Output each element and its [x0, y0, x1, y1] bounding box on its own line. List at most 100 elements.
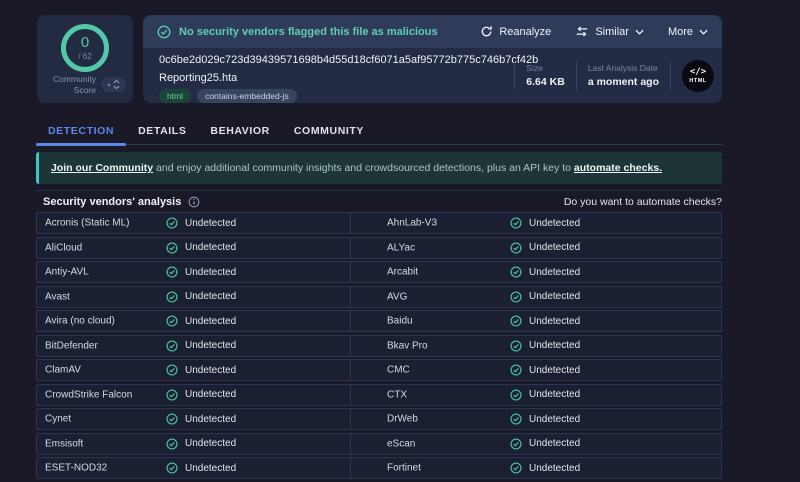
automate-checks-prompt[interactable]: Do you want to automate checks? [564, 196, 722, 208]
community-vote-widget[interactable] [101, 77, 126, 93]
similar-button[interactable]: Similar [575, 26, 644, 38]
table-row: Cynet Undetected DrWeb Undetected [36, 408, 722, 430]
table-row: Acronis (Static ML) Undetected AhnLab-V3… [36, 212, 722, 234]
last-analysis-value: a moment ago [587, 76, 659, 88]
check-circle-icon [166, 315, 178, 327]
status-label: Undetected [185, 462, 237, 474]
info-circle-icon[interactable] [188, 196, 200, 208]
vendor-status: Undetected [510, 437, 581, 450]
vendor-status: Undetected [510, 462, 580, 474]
status-label: Undetected [529, 340, 581, 351]
vendor-name: Emsisoft [45, 438, 84, 449]
status-label: Undetected [529, 266, 581, 278]
tab-details[interactable]: DETAILS [126, 118, 198, 144]
join-community-banner: Join our Community and enjoy additional … [36, 152, 722, 184]
table-row: Emsisoft Undetected eScan Undetected [36, 432, 722, 455]
status-label: Undetected [185, 438, 237, 449]
community-score-label: Community Score [53, 73, 96, 95]
status-label: Undetected [185, 389, 237, 400]
vendor-name: AhnLab-V3 [387, 217, 438, 229]
vendor-status: Undetected [510, 266, 580, 278]
join-community-link[interactable]: Join our Community [51, 162, 153, 174]
tag-html[interactable]: html [159, 89, 192, 103]
vendor-name: Arcabit [387, 266, 419, 278]
status-label: Undetected [529, 389, 581, 400]
tab-community[interactable]: COMMUNITY [282, 118, 376, 144]
vendor-name: Avira (no cloud) [45, 315, 115, 327]
status-label: Undetected [529, 462, 581, 474]
check-circle-icon [510, 437, 522, 450]
analysis-title: Security vendors' analysis [43, 196, 182, 208]
table-row: Avast Undetected AVG Undetected [36, 285, 722, 308]
tab-detection[interactable]: DETECTION [36, 118, 127, 146]
vendor-status: Undetected [166, 290, 237, 303]
check-circle-icon [157, 25, 171, 38]
check-circle-icon [166, 217, 178, 229]
check-circle-icon [510, 339, 522, 352]
check-circle-icon [166, 388, 178, 401]
table-row: ClamAV Undetected CMC Undetected [36, 359, 722, 381]
table-row: AliCloud Undetected ALYac Undetected [36, 236, 722, 259]
status-label: Undetected [529, 438, 581, 449]
divider [575, 61, 577, 90]
vendor-status: Undetected [166, 241, 237, 254]
verdict-text: No security vendors flagged this file as… [179, 25, 438, 38]
check-circle-icon [166, 364, 178, 376]
more-button[interactable]: More [668, 26, 708, 38]
status-label: Undetected [529, 364, 581, 376]
community-banner-text: and enjoy additional community insights … [153, 162, 574, 174]
refresh-icon [481, 26, 493, 37]
automate-checks-link[interactable]: automate checks. [574, 162, 662, 174]
check-circle-icon [166, 241, 178, 254]
filetype-badge: </> HTML [682, 59, 714, 92]
check-circle-icon [166, 437, 178, 450]
status-label: Undetected [185, 291, 237, 302]
status-label: Undetected [185, 266, 237, 278]
vendor-status: Undetected [510, 241, 581, 254]
vendor-status: Undetected [166, 364, 236, 376]
file-summary-card: No security vendors flagged this file as… [143, 15, 722, 103]
reanalyze-button[interactable]: Reanalyze [480, 25, 551, 38]
check-circle-icon [166, 413, 178, 425]
vendor-status: Undetected [166, 413, 236, 425]
vendor-status: Undetected [510, 315, 580, 327]
vendor-name: Fortinet [387, 462, 421, 474]
vendor-status: Undetected [166, 388, 237, 401]
code-brackets-icon: </> [689, 66, 707, 77]
status-label: Undetected [529, 242, 581, 253]
vendor-name: AVG [387, 291, 408, 302]
vote-carets-icon [113, 80, 120, 90]
status-label: Undetected [185, 364, 237, 376]
check-circle-icon [166, 339, 178, 352]
divider [670, 61, 671, 90]
tag-list: html contains-embedded-js [159, 89, 297, 103]
vendor-status: Undetected [510, 388, 581, 401]
vendor-status: Undetected [166, 339, 236, 352]
table-row: CrowdStrike Falcon Undetected CTX Undete… [36, 383, 722, 406]
community-score-card: 0 / 62 Community Score [37, 15, 133, 103]
check-circle-icon [510, 266, 522, 278]
vendor-name: Avast [45, 291, 70, 302]
check-circle-icon [510, 388, 522, 401]
chevron-down-icon [699, 29, 708, 35]
vendor-status: Undetected [166, 217, 236, 229]
vendor-name: Bkav Pro [387, 340, 428, 351]
analysis-header: Security vendors' analysis Do you want t… [36, 195, 722, 209]
vendor-name: Baidu [387, 315, 413, 327]
status-label: Undetected [185, 242, 237, 253]
vendor-status: Undetected [510, 290, 580, 303]
tab-behavior[interactable]: BEHAVIOR [198, 118, 281, 144]
vendor-name: Acronis (Static ML) [45, 217, 130, 229]
vendor-status: Undetected [510, 339, 581, 352]
vendor-name: Antiy-AVL [45, 266, 89, 278]
status-label: Undetected [529, 315, 581, 327]
tag-contains-embedded-js[interactable]: contains-embedded-js [197, 89, 297, 103]
vendor-name: AliCloud [45, 242, 83, 253]
status-label: Undetected [529, 413, 581, 425]
virustotal-file-report: { "score_widget": { "detections": "0", "… [0, 0, 800, 479]
check-circle-icon [510, 364, 522, 376]
vendor-name: CrowdStrike Falcon [45, 389, 133, 400]
check-circle-icon [510, 413, 522, 425]
status-label: Undetected [185, 217, 237, 229]
divider [514, 61, 516, 90]
